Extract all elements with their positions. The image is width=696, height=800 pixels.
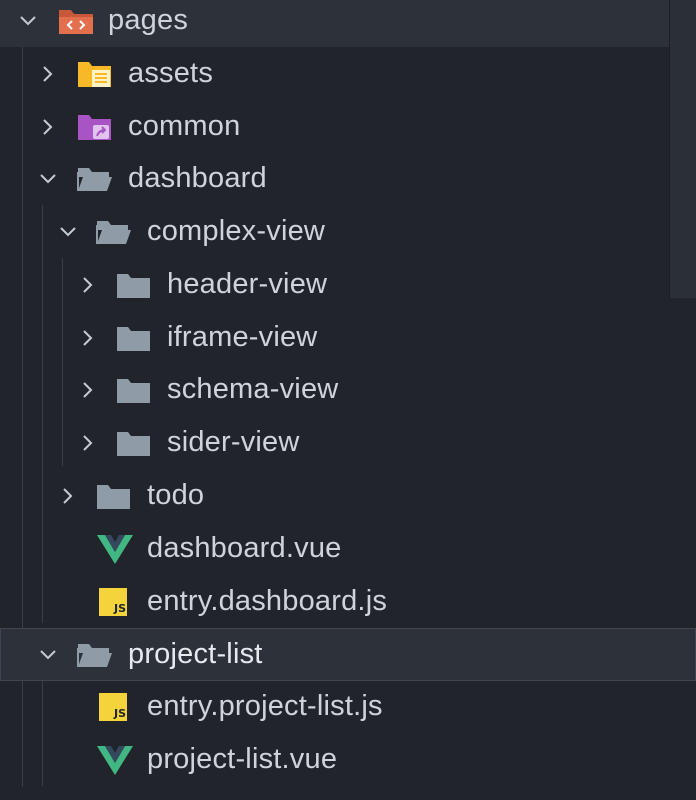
tree-item-entry-dashboard-js[interactable]: JS entry.dashboard.js <box>0 575 696 628</box>
tree-item-dashboard[interactable]: dashboard <box>0 152 696 205</box>
tree-item-label: schema-view <box>167 373 339 405</box>
folder-icon <box>116 270 152 300</box>
chevron-right-icon[interactable] <box>58 486 78 506</box>
js-badge-text: JS <box>113 602 126 615</box>
tree-item-project-list-vue[interactable]: project-list.vue <box>0 733 696 786</box>
tree-item-sider-view[interactable]: sider-view <box>0 416 696 469</box>
chevron-right-icon[interactable] <box>78 275 98 295</box>
folder-open-icon <box>96 217 132 247</box>
folder-open-icon <box>77 640 113 670</box>
vue-file-icon <box>97 534 133 564</box>
common-folder-icon <box>77 112 113 142</box>
tree-item-label: assets <box>128 57 214 89</box>
tree-item-label: entry.project-list.js <box>147 690 383 722</box>
folder-icon <box>116 323 152 353</box>
tree-item-label: entry.dashboard.js <box>147 585 388 617</box>
tree-item-todo[interactable]: todo <box>0 469 696 522</box>
tree-item-project-list[interactable]: project-list <box>0 628 696 681</box>
tree-item-label: dashboard.vue <box>147 532 342 564</box>
vertical-scrollbar[interactable] <box>669 0 696 298</box>
chevron-right-icon[interactable] <box>78 380 98 400</box>
tree-item-label: complex-view <box>147 215 326 247</box>
chevron-right-icon[interactable] <box>38 117 58 137</box>
folder-icon <box>96 481 132 511</box>
folder-icon <box>116 375 152 405</box>
tree-item-label: project-list <box>128 638 263 670</box>
file-explorer-tree: pages assets common dashboard complex-vi… <box>0 0 696 800</box>
js-file-icon: JS <box>99 692 135 722</box>
tree-item-iframe-view[interactable]: iframe-view <box>0 311 696 364</box>
chevron-down-icon[interactable] <box>38 169 58 189</box>
pages-folder-icon <box>58 6 94 36</box>
tree-item-common[interactable]: common <box>0 100 696 153</box>
tree-item-label: todo <box>147 479 205 511</box>
folder-icon <box>116 428 152 458</box>
chevron-right-icon[interactable] <box>78 328 98 348</box>
tree-item-label: sider-view <box>167 426 300 458</box>
tree-item-dashboard-vue[interactable]: dashboard.vue <box>0 522 696 575</box>
tree-item-label: common <box>128 110 241 142</box>
tree-item-schema-view[interactable]: schema-view <box>0 363 696 416</box>
tree-item-pages[interactable]: pages <box>0 0 696 47</box>
tree-item-label: iframe-view <box>167 321 318 353</box>
tree-item-label: header-view <box>167 268 328 300</box>
assets-folder-icon <box>77 59 113 89</box>
tree-item-label: dashboard <box>128 162 267 194</box>
tree-item-label: project-list.vue <box>147 743 338 775</box>
tree-item-assets[interactable]: assets <box>0 47 696 100</box>
vue-file-icon <box>97 745 133 775</box>
chevron-right-icon[interactable] <box>38 64 58 84</box>
tree-item-complex-view[interactable]: complex-view <box>0 205 696 258</box>
chevron-down-icon[interactable] <box>58 222 78 242</box>
chevron-down-icon[interactable] <box>18 11 38 31</box>
js-badge-text: JS <box>113 707 126 720</box>
folder-open-icon <box>77 164 113 194</box>
tree-item-entry-project-list-js[interactable]: JS entry.project-list.js <box>0 680 696 733</box>
chevron-down-icon[interactable] <box>38 645 58 665</box>
js-file-icon: JS <box>99 587 135 617</box>
chevron-right-icon[interactable] <box>78 433 98 453</box>
tree-item-label: pages <box>108 4 189 36</box>
tree-item-header-view[interactable]: header-view <box>0 258 696 311</box>
